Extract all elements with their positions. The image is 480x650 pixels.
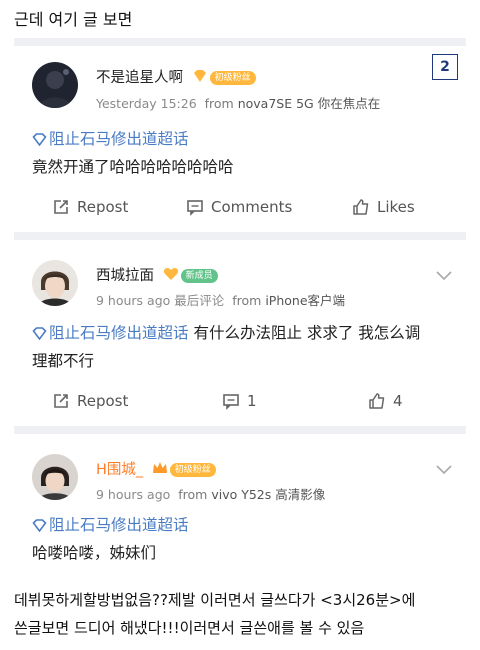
avatar[interactable] [32, 62, 78, 108]
avatar[interactable] [32, 454, 78, 500]
bottom-caption: 데뷔못하게할방법없음??제발 이러면서 글쓰다가 <3시26분>에 쓴글보면 드… [14, 591, 416, 637]
level-badge: 初级粉丝 [209, 71, 256, 85]
post-device: nova7SE 5G 你在焦点在 [237, 96, 381, 111]
last-comment-label: 最后评论 [174, 293, 225, 308]
action-bar: Repost 1 4 [14, 392, 466, 416]
separator [14, 232, 466, 240]
separator [14, 38, 466, 46]
post-content: 阻止石马修出道超话 有什么办法阻止 求求了 我怎么调 理都不行 [32, 320, 452, 374]
post-device: vivo Y52s 高清影像 [211, 487, 326, 502]
post-meta: 9 hours ago 最后评论 from iPhone客户端 [96, 293, 346, 308]
topic-link[interactable]: 阻止石马修出道超话 [49, 130, 189, 148]
chevron-down-icon[interactable] [436, 460, 452, 479]
top-caption: 근데 여기 글 보면 [14, 10, 133, 29]
chevron-down-icon[interactable] [436, 266, 452, 285]
likes-button[interactable]: 4 [368, 392, 403, 410]
topic-diamond-icon [32, 322, 47, 348]
repost-icon [54, 394, 68, 408]
post-time: 9 hours ago [96, 293, 171, 308]
post-text: 哈喽哈喽，姊妹们 [32, 544, 157, 562]
level-badge: 新成员 [180, 269, 218, 283]
post-content: 阻止石马修出道超话 哈喽哈喽，姊妹们 [32, 512, 452, 566]
topic-diamond-icon [32, 514, 47, 540]
topic-diamond-icon [32, 128, 47, 154]
post-meta: Yesterday 15:26 from nova7SE 5G 你在焦点在 [96, 96, 381, 111]
avatar[interactable] [32, 260, 78, 306]
likes-button[interactable]: Likes [352, 198, 415, 216]
post-text: 有什么办法阻止 求求了 我怎么调 [193, 324, 421, 342]
level-badge: 初级粉丝 [169, 463, 216, 477]
repost-icon [54, 200, 68, 214]
topic-link[interactable]: 阻止石马修出道超话 [49, 324, 189, 342]
repost-button[interactable]: Repost [52, 392, 128, 410]
post-card[interactable]: H围城_ 初级粉丝 9 hours ago from vivo Y52s 高清影… [14, 434, 466, 574]
post-text: 竟然开通了哈哈哈哈哈哈哈哈 [32, 158, 234, 176]
heart-badge-icon [163, 267, 179, 285]
post-time: 9 hours ago [96, 487, 171, 502]
comments-button[interactable]: Comments [186, 198, 292, 216]
username[interactable]: H围城_ 初级粉丝 [96, 458, 216, 479]
separator [14, 426, 466, 434]
username[interactable]: 不是追星人啊 初级粉丝 [96, 66, 256, 87]
post-content: 阻止石马修出道超话 竟然开通了哈哈哈哈哈哈哈哈 [32, 126, 452, 180]
post-text-continued: 理都不行 [32, 352, 95, 370]
diamond-badge-icon [192, 69, 208, 87]
thumbs-up-icon [369, 393, 385, 409]
post-device: iPhone客户端 [265, 293, 346, 308]
username[interactable]: 西城拉面 新成员 [96, 264, 218, 285]
post-meta: 9 hours ago from vivo Y52s 高清影像 [96, 487, 326, 502]
thumbs-up-icon [353, 199, 369, 215]
post-card[interactable]: 不是追星人啊 初级粉丝 Yesterday 15:26 from nova7SE… [14, 46, 466, 232]
repost-button[interactable]: Repost [52, 198, 128, 216]
number-annotation: 2 [432, 54, 458, 80]
action-bar: Repost Comments Likes [14, 198, 466, 222]
topic-link[interactable]: 阻止石马修出道超话 [49, 516, 189, 534]
post-time: Yesterday 15:26 [96, 96, 197, 111]
crown-badge-icon [152, 461, 168, 479]
comment-icon [223, 394, 239, 410]
comment-icon [187, 200, 203, 216]
post-card[interactable]: 西城拉面 新成员 9 hours ago 最后评论 from iPhone客户端… [14, 240, 466, 426]
comments-button[interactable]: 1 [222, 392, 257, 410]
